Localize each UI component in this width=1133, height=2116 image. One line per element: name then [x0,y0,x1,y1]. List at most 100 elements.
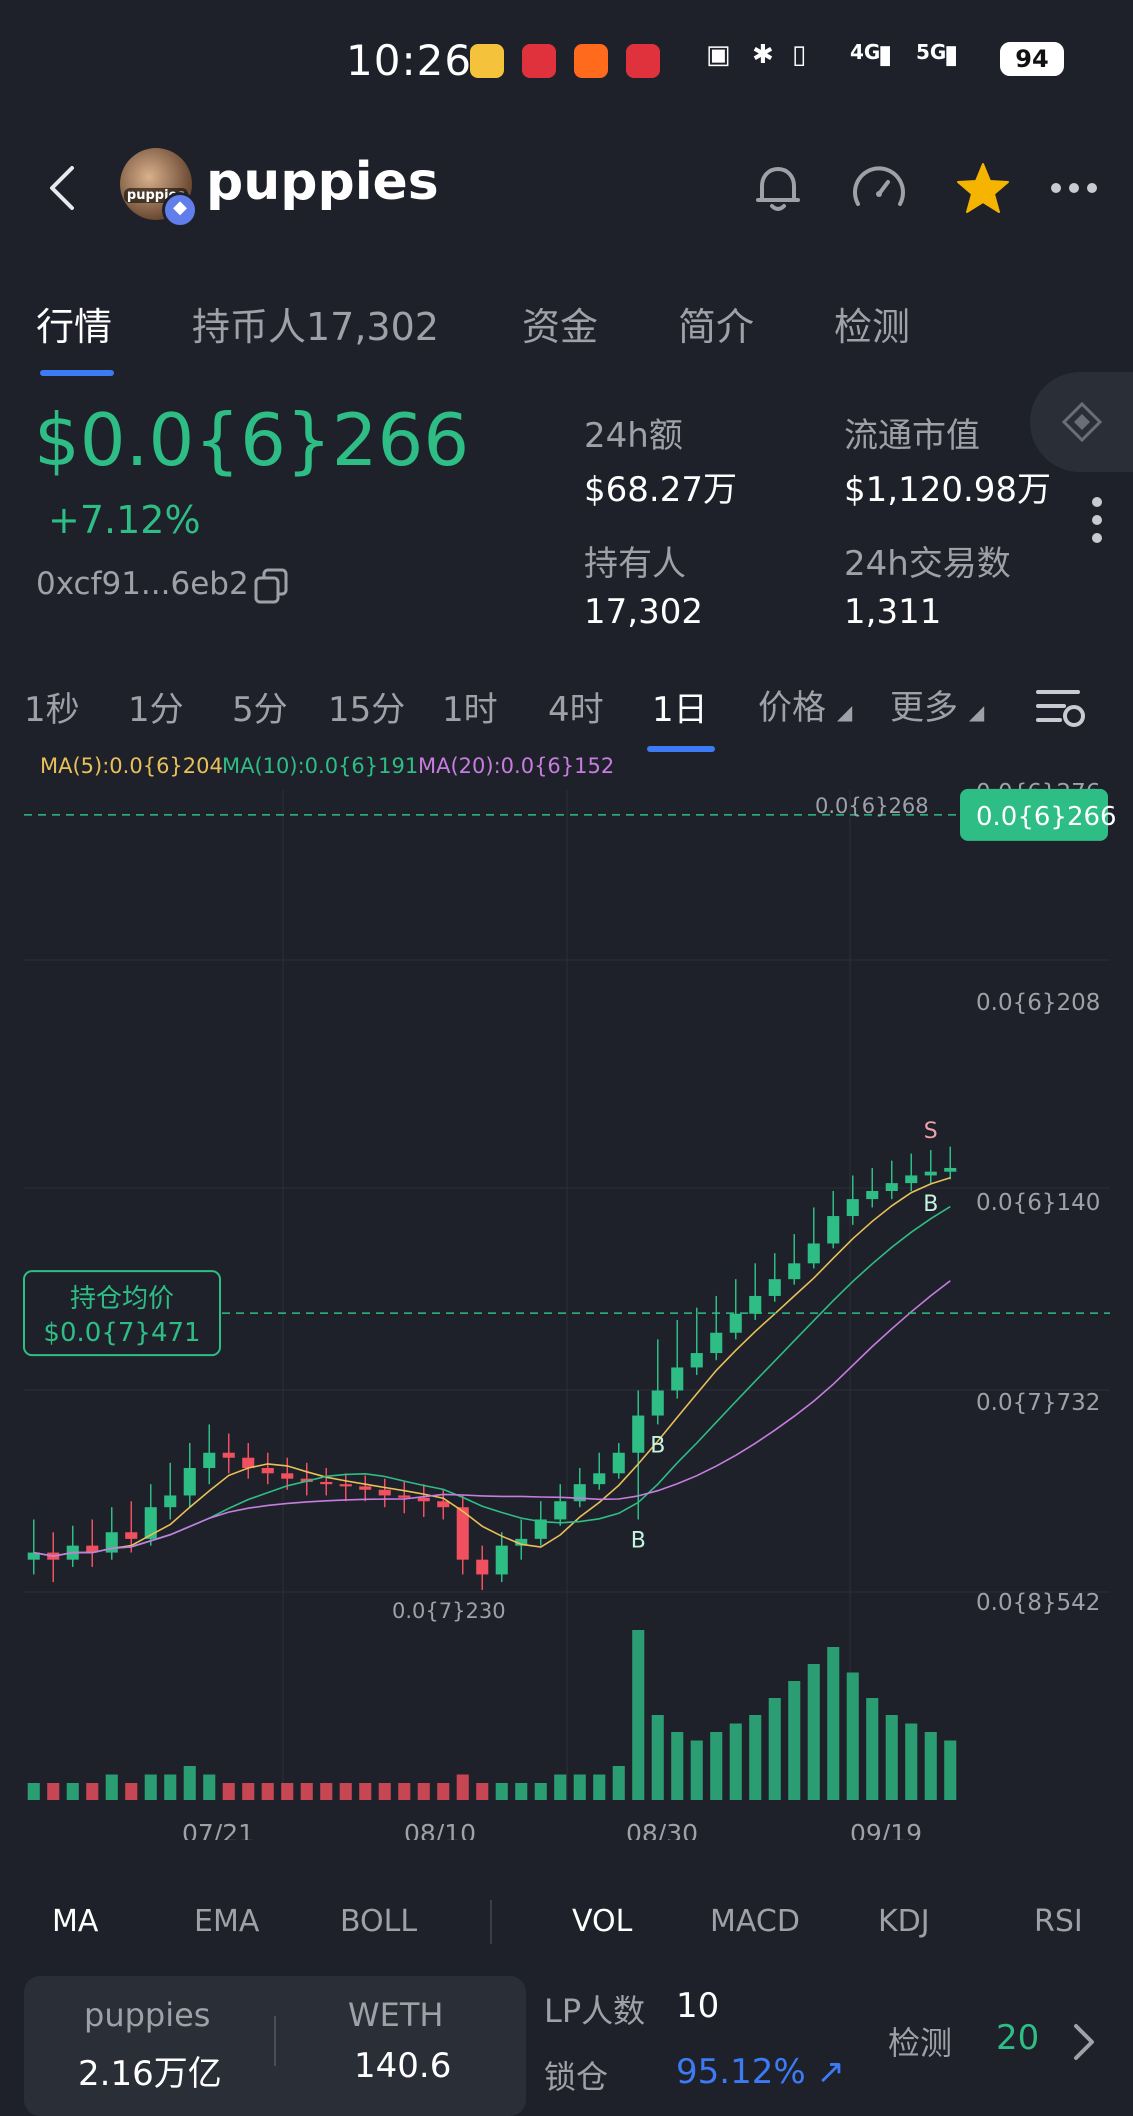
candle-body [261,1468,274,1474]
tab-holders[interactable]: 持币人17,302 [192,296,439,351]
candle-body [164,1495,177,1508]
candle-body [339,1484,352,1487]
current-price-tag-label: 0.0{6}266 [976,802,1117,832]
volume-bar [339,1783,352,1800]
chart-settings-icon[interactable] [1034,684,1086,732]
signal-5g: 5G [916,40,947,64]
volume-bar [417,1783,430,1800]
y-axis-label: 0.0{6}208 [976,990,1100,1016]
tx-24h-value: 1,311 [844,592,942,632]
pool-divider [274,2016,276,2066]
x-axis-label: 07/21 [182,1819,254,1840]
signal-bars-icon: ▮ [878,40,893,70]
volume-bar [66,1783,79,1800]
indicator-macd[interactable]: MACD [710,1904,800,1939]
indicator-ema[interactable]: EMA [194,1904,259,1939]
volume-bar [534,1783,547,1800]
status-bar: 10:26 ▣ ✱ ▯ 4G ▮ 5G ▮ 94 [0,0,1133,120]
vibrate-icon: ▯ [792,40,807,70]
volume-bar [105,1774,118,1800]
tab-intro[interactable]: 简介 [678,296,754,351]
avg-cost-value: $0.0{7}471 [43,1318,200,1348]
notes-app-icon-2 [626,44,660,78]
signal-4g: 4G [850,40,881,64]
volume-bar [924,1732,937,1800]
timeframe-1m[interactable]: 1分 [128,682,184,731]
indicator-ma[interactable]: MA [52,1904,98,1939]
liquidity-pool-card: puppies 2.16万亿 WETH 140.6 [24,1976,526,2116]
volume-bar [671,1732,684,1800]
candle-body [866,1190,879,1200]
more-icon[interactable] [1048,178,1100,198]
more-dropdown-label: 更多 [890,688,958,728]
more-dropdown-caret-icon: ◢ [968,700,985,724]
candle-body [125,1532,138,1539]
price-dropdown[interactable]: 价格 ◢ [758,680,852,729]
candle-body [807,1243,820,1264]
volume-bar [573,1774,586,1800]
volume-bar [47,1783,60,1800]
volume-24h-label: 24h额 [584,416,683,456]
detect-label: 检测 [888,2024,953,2062]
candle-body [905,1175,918,1184]
volume-bar [944,1740,957,1800]
timeframe-1s[interactable]: 1秒 [24,682,80,731]
candle-body [944,1167,957,1172]
tab-market[interactable]: 行情 [36,296,112,351]
x-axis-label: 08/10 [404,1819,476,1840]
trade-marker-buy: B [923,1192,938,1217]
y-axis-label: 0.0{7}732 [976,1390,1100,1416]
back-arrow-icon[interactable] [40,160,84,216]
volume-bar [398,1783,411,1800]
market-cap-label: 流通市值 [844,416,980,456]
vertical-more-icon[interactable] [1088,494,1106,546]
more-dropdown[interactable]: 更多 ◢ [890,680,984,729]
volume-bar [905,1723,918,1800]
lock-label: 锁仓 [544,2058,609,2096]
candle-body [846,1199,859,1217]
volume-bar [456,1774,469,1800]
timeframe-15m[interactable]: 15分 [328,682,405,731]
bell-icon[interactable] [748,158,808,218]
candle-body [222,1452,235,1458]
volume-bar [320,1783,333,1800]
candle-body [632,1415,645,1453]
timeframe-5m[interactable]: 5分 [232,682,288,731]
timeframe-1h[interactable]: 1时 [442,682,498,731]
floating-binance-button[interactable] [1030,372,1133,472]
detect-count: 20 [996,2018,1040,2058]
timeframe-4h[interactable]: 4时 [548,682,604,731]
candle-body [885,1183,898,1191]
star-icon[interactable] [952,158,1014,220]
candle-body [281,1473,294,1479]
volume-bar [203,1774,216,1800]
status-time: 10:26 [346,36,473,85]
candle-body [924,1171,937,1176]
lock-value[interactable]: 95.12% ↗ [676,2052,845,2092]
volume-bar [612,1766,625,1800]
price-change: +7.12% [48,498,201,542]
price-chart[interactable]: 0.0{6}2760.0{6}2080.0{6}1400.0{7}7320.0{… [0,770,1133,1840]
x-axis-label: 09/19 [850,1819,922,1840]
candle-body [729,1313,742,1333]
indicator-boll[interactable]: BOLL [340,1904,417,1939]
volume-bar [593,1774,606,1800]
volume-bar [788,1681,801,1800]
indicator-rsi[interactable]: RSI [1034,1904,1083,1939]
chevron-right-icon[interactable] [1068,2020,1098,2064]
volume-bar [632,1630,645,1800]
pool-token-a-amount: 2.16万亿 [78,2054,222,2094]
candle-body [320,1481,333,1485]
candle-body [768,1279,781,1296]
volume-bar [378,1783,391,1800]
tab-indicator [40,370,114,376]
copy-icon[interactable] [252,566,292,606]
indicator-vol[interactable]: VOL [572,1904,632,1939]
timeframe-1d[interactable]: 1日 [652,682,708,731]
gauge-icon[interactable] [848,160,910,222]
candle-body [749,1295,762,1314]
indicator-kdj[interactable]: KDJ [878,1904,930,1939]
candle-body [710,1332,723,1354]
tab-funds[interactable]: 资金 [522,296,598,351]
tab-detect[interactable]: 检测 [834,296,910,351]
